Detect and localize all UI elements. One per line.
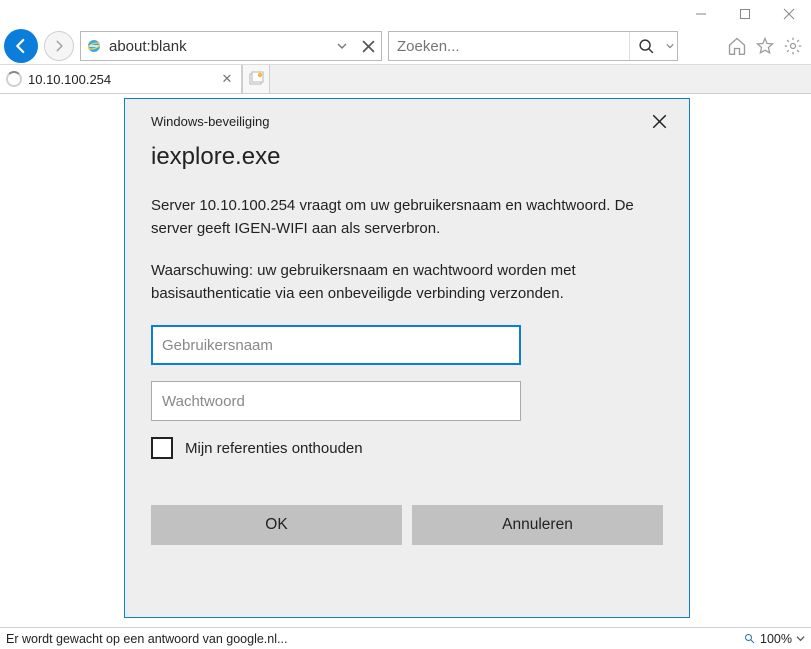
loading-spinner-icon	[6, 71, 22, 87]
credentials-dialog: Windows-beveiliging iexplore.exe Server …	[124, 98, 690, 618]
remember-credentials-checkbox[interactable]: Mijn referenties onthouden	[151, 437, 663, 459]
window-maximize-button[interactable]	[723, 0, 767, 28]
window-close-button[interactable]	[767, 0, 811, 28]
ok-button[interactable]: OK	[151, 505, 402, 545]
password-input[interactable]	[151, 381, 521, 421]
search-button[interactable]	[629, 32, 663, 60]
zoom-icon	[744, 633, 756, 645]
address-clear-icon[interactable]	[355, 32, 381, 60]
zoom-control[interactable]: 100%	[744, 632, 805, 646]
navigation-bar	[0, 28, 811, 64]
back-button[interactable]	[4, 29, 38, 63]
tab-bar: 10.10.100.254 ✕	[0, 64, 811, 94]
new-tab-button[interactable]	[242, 65, 270, 93]
tab-active[interactable]: 10.10.100.254 ✕	[0, 65, 242, 93]
window-minimize-button[interactable]	[679, 0, 723, 28]
tab-title: 10.10.100.254	[28, 72, 213, 87]
favorites-icon[interactable]	[751, 32, 779, 60]
dialog-header: Windows-beveiliging	[125, 99, 689, 143]
settings-icon[interactable]	[779, 32, 807, 60]
forward-button[interactable]	[44, 31, 74, 61]
checkbox-box-icon	[151, 437, 173, 459]
dialog-body: iexplore.exe Server 10.10.100.254 vraagt…	[125, 143, 689, 569]
toolbar-icons	[723, 32, 807, 60]
dialog-heading: iexplore.exe	[151, 143, 663, 171]
dialog-message-2: Waarschuwing: uw gebruikersnaam en wacht…	[151, 260, 663, 305]
search-input[interactable]	[389, 38, 629, 55]
home-icon[interactable]	[723, 32, 751, 60]
status-bar: Er wordt gewacht op een antwoord van goo…	[0, 627, 811, 649]
zoom-value: 100%	[760, 632, 792, 646]
username-input[interactable]	[151, 325, 521, 365]
zoom-dropdown-icon	[796, 634, 805, 643]
remember-label: Mijn referenties onthouden	[185, 440, 363, 457]
address-dropdown-icon[interactable]	[329, 32, 355, 60]
search-dropdown-icon[interactable]	[663, 42, 677, 50]
address-bar	[80, 31, 382, 61]
status-text: Er wordt gewacht op een antwoord van goo…	[6, 632, 287, 646]
cancel-button[interactable]: Annuleren	[412, 505, 663, 545]
dialog-buttons: OK Annuleren	[151, 505, 663, 545]
search-bar	[388, 31, 678, 61]
dialog-message-1: Server 10.10.100.254 vraagt om uw gebrui…	[151, 195, 663, 240]
address-input[interactable]	[107, 38, 329, 55]
dialog-title: Windows-beveiliging	[151, 114, 645, 129]
dialog-close-button[interactable]	[645, 107, 673, 135]
ie-logo-icon	[81, 33, 107, 59]
window-titlebar	[0, 0, 811, 28]
tab-close-icon[interactable]: ✕	[219, 71, 235, 87]
